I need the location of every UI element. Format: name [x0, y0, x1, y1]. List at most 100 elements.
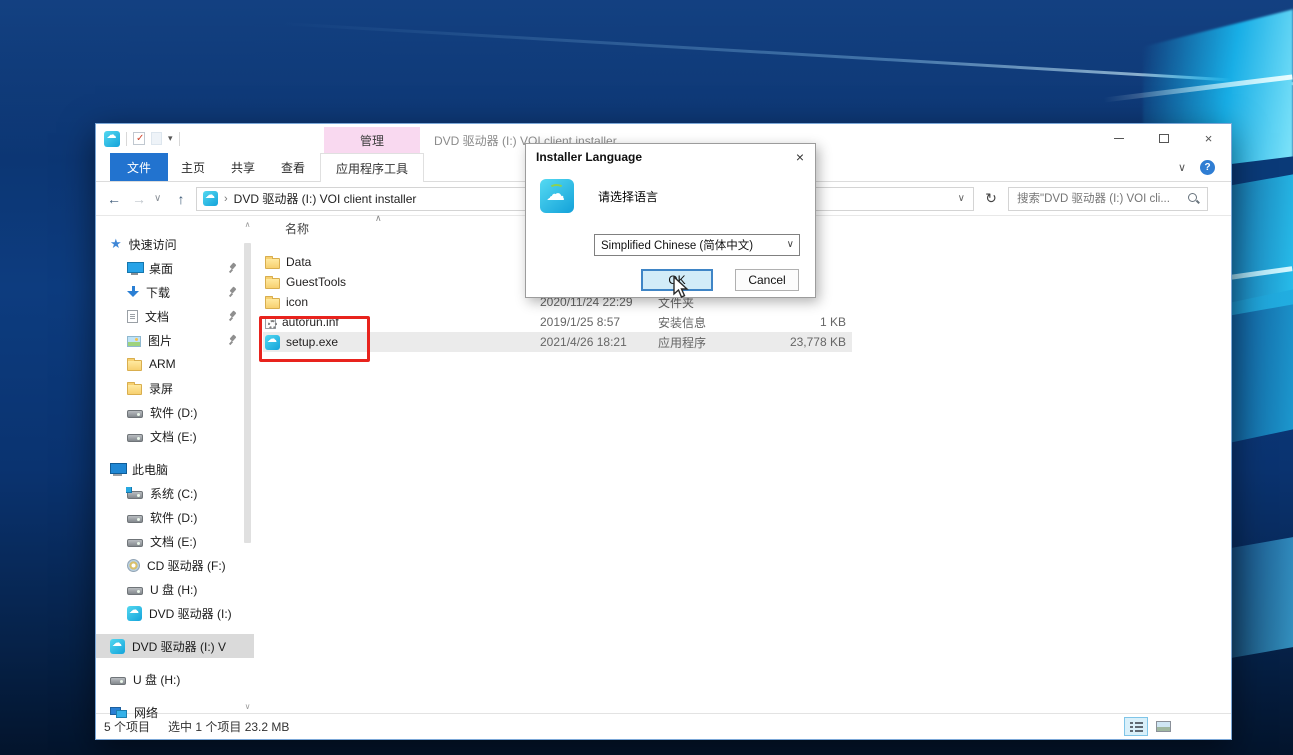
file-name: GuestTools [286, 275, 346, 289]
language-prompt: 请选择语言 [598, 188, 658, 205]
file-name: icon [286, 295, 308, 309]
sidebar-item-software-d2[interactable]: 软件 (D:) [96, 505, 254, 529]
forward-button[interactable]: → [129, 191, 149, 207]
sidebar-item-cd-drive-f[interactable]: CD 驱动器 (F:) [96, 553, 254, 577]
drive-icon [110, 677, 126, 685]
new-folder-icon[interactable] [151, 132, 162, 145]
thumbnail-view-icon [1156, 721, 1171, 732]
sidebar-scrollbar[interactable]: ∧ ∨ [241, 220, 254, 711]
computer-icon [110, 463, 125, 476]
sidebar-item-network[interactable]: 网络 [96, 700, 254, 724]
sidebar-item-documents[interactable]: 文档 [96, 304, 254, 328]
sidebar-item-pictures[interactable]: 图片 [96, 328, 254, 352]
ribbon-right-controls: ∨ ? [1178, 153, 1215, 182]
close-button[interactable]: × [1186, 124, 1231, 153]
file-size: 23,778 KB [768, 335, 852, 349]
sidebar-item-dvd-drive-i[interactable]: DVD 驱动器 (I:) [96, 601, 254, 625]
thumbnail-view-button[interactable] [1151, 717, 1175, 736]
sidebar-item-this-pc[interactable]: 此电脑 [96, 457, 254, 481]
sidebar-item-usb-h[interactable]: U 盘 (H:) [96, 577, 254, 601]
folder-icon [127, 384, 142, 395]
system-drive-icon [127, 491, 143, 499]
folder-icon [265, 298, 280, 309]
app-icon [104, 131, 120, 147]
folder-icon [265, 258, 280, 269]
dialog-title: Installer Language [526, 144, 815, 169]
download-icon [127, 286, 139, 299]
drive-icon [127, 434, 143, 442]
network-icon [110, 706, 127, 718]
sidebar-item-label: U 盘 (H:) [133, 671, 180, 688]
pin-icon [228, 262, 238, 274]
sidebar-item-system-c[interactable]: 系统 (C:) [96, 481, 254, 505]
minimize-button[interactable] [1096, 124, 1141, 153]
sidebar-item-dvd-drive-i-voi[interactable]: DVD 驱动器 (I:) V [96, 634, 254, 658]
qat-dropdown-icon[interactable]: ▾ [168, 133, 173, 144]
installer-app-icon: ☁ [540, 179, 574, 213]
sidebar-item-label: 软件 (D:) [150, 404, 197, 421]
breadcrumb-separator: › [224, 193, 228, 205]
search-icon[interactable] [1187, 192, 1201, 206]
sidebar-item-label: 文档 (E:) [150, 533, 197, 550]
file-type: 应用程序 [658, 334, 768, 351]
tab-view[interactable]: 查看 [268, 153, 318, 181]
sidebar-item-quick-access[interactable]: ★ 快速访问 [96, 232, 254, 256]
dvd-cloud-icon [127, 606, 142, 621]
tab-share[interactable]: 共享 [218, 153, 268, 181]
breadcrumb[interactable]: DVD 驱动器 (I:) VOI client installer [234, 190, 417, 207]
maximize-button[interactable] [1141, 124, 1186, 153]
recent-locations-icon[interactable]: ∨ [154, 193, 166, 204]
sidebar-item-usb-h2[interactable]: U 盘 (H:) [96, 667, 254, 691]
document-icon [127, 310, 138, 323]
sidebar-item-desktop[interactable]: 桌面 [96, 256, 254, 280]
sidebar-item-label: 快速访问 [129, 236, 177, 253]
star-icon: ★ [110, 237, 122, 250]
properties-icon[interactable] [133, 132, 145, 145]
search-input[interactable] [1015, 192, 1183, 206]
maximize-icon [1159, 134, 1169, 143]
sidebar-item-arm[interactable]: ARM [96, 352, 254, 376]
pin-icon [228, 286, 238, 298]
tab-file[interactable]: 文件 [110, 153, 168, 181]
pin-icon [228, 310, 238, 322]
drive-icon [127, 539, 143, 547]
sidebar-item-software-d[interactable]: 软件 (D:) [96, 400, 254, 424]
sidebar-item-screen-recording[interactable]: 录屏 [96, 376, 254, 400]
file-date: 2021/4/26 18:21 [540, 335, 658, 349]
sidebar-item-label: 软件 (D:) [150, 509, 197, 526]
drive-icon [127, 587, 143, 595]
dialog-close-icon[interactable]: × [796, 149, 804, 165]
details-view-button[interactable] [1124, 717, 1148, 736]
language-select[interactable]: Simplified Chinese (简体中文) ∨ [594, 234, 800, 256]
tab-home[interactable]: 主页 [168, 153, 218, 181]
sidebar-item-documents-e2[interactable]: 文档 (E:) [96, 529, 254, 553]
drive-icon [127, 515, 143, 523]
address-dropdown-icon[interactable]: ∨ [956, 193, 967, 204]
wallpaper-streak [1103, 74, 1292, 102]
window-controls: × [1096, 124, 1231, 153]
sidebar-item-label: 桌面 [149, 260, 173, 277]
folder-icon [127, 360, 142, 371]
sidebar-item-downloads[interactable]: 下载 [96, 280, 254, 304]
minimize-icon [1114, 138, 1124, 139]
up-button[interactable]: ↑ [171, 191, 191, 207]
sidebar-item-label: 系统 (C:) [150, 485, 197, 502]
search-box[interactable] [1008, 187, 1208, 211]
sidebar-item-label: 下载 [146, 284, 170, 301]
file-size: 1 KB [768, 315, 852, 329]
help-icon[interactable]: ? [1200, 160, 1215, 175]
status-bar: 5 个项目 选中 1 个项目 23.2 MB [96, 713, 1231, 739]
scroll-down-icon[interactable]: ∨ [245, 702, 251, 711]
sidebar-item-documents-e[interactable]: 文档 (E:) [96, 424, 254, 448]
back-button[interactable]: ← [104, 191, 124, 207]
separator [179, 132, 180, 146]
scrollbar-thumb[interactable] [244, 243, 251, 543]
scroll-up-icon[interactable]: ∧ [245, 220, 251, 229]
cancel-button[interactable]: Cancel [735, 269, 799, 291]
details-view-icon [1130, 721, 1143, 732]
file-type: 安装信息 [658, 314, 768, 331]
refresh-button[interactable]: ↻ [979, 187, 1003, 211]
contextual-tab-group-label: 管理 [324, 127, 420, 153]
tab-application-tools[interactable]: 应用程序工具 [320, 153, 424, 182]
collapse-ribbon-icon[interactable]: ∨ [1178, 161, 1186, 174]
